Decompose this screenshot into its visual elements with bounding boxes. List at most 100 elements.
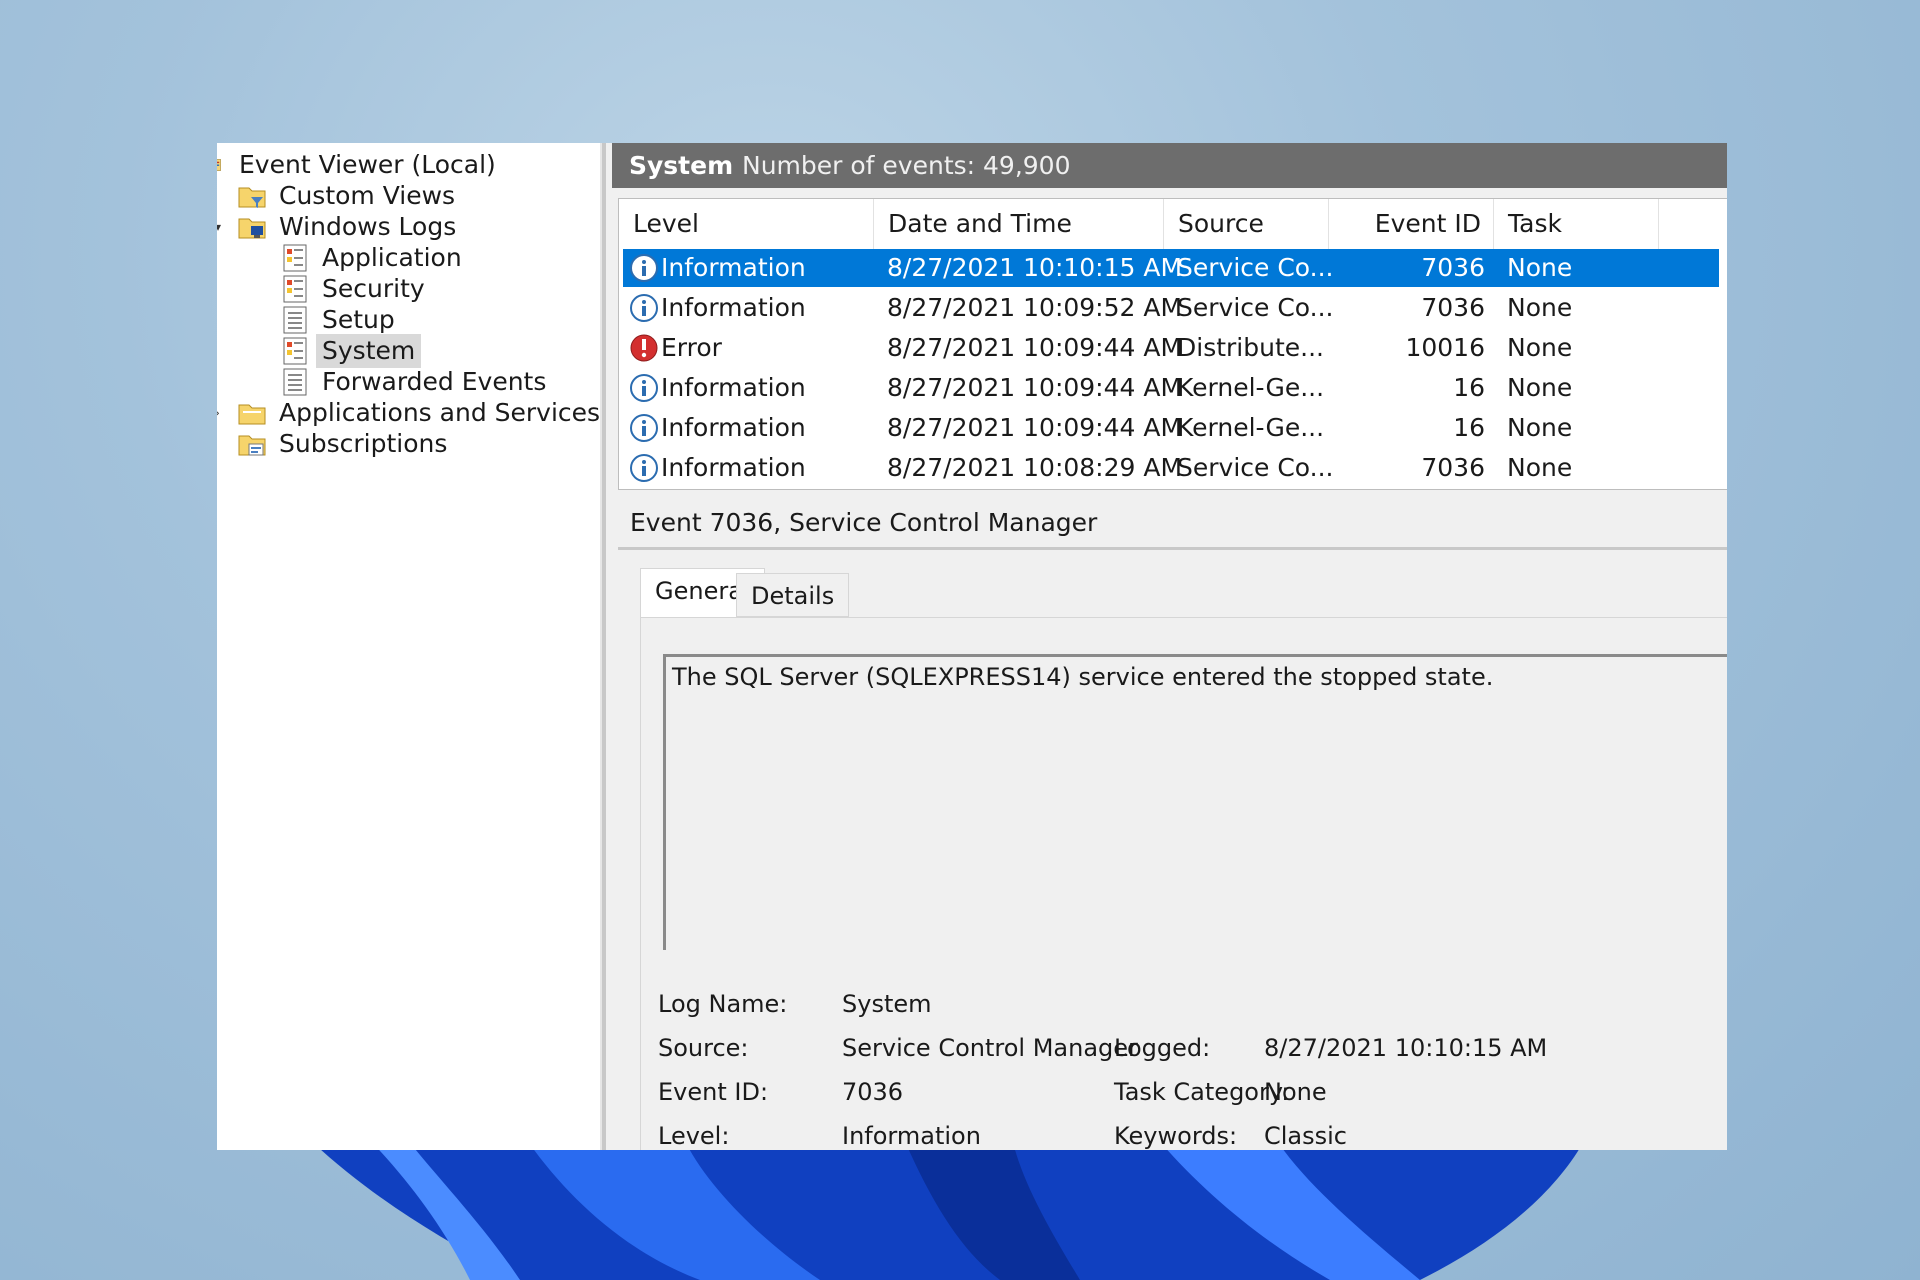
cell-date-time: 8/27/2021 10:09:44 AM — [887, 333, 1183, 362]
table-row[interactable]: Information 8/27/2021 10:09:52 AM Servic… — [623, 289, 1719, 327]
tree-item-label: Event Viewer (Local) — [239, 150, 496, 179]
cell-level: Information — [661, 293, 806, 322]
log-icon — [283, 244, 307, 272]
log-header-bar: System Number of events: 49,900 — [612, 143, 1727, 188]
level-value: Information — [842, 1122, 981, 1150]
tree-item-label: Subscriptions — [279, 429, 448, 458]
pane-splitter[interactable] — [600, 143, 612, 1150]
cell-source: Service Co... — [1177, 253, 1334, 282]
cell-event-id: 16 — [1453, 373, 1485, 402]
cell-event-id: 7036 — [1421, 293, 1485, 322]
cell-level: Error — [661, 333, 722, 362]
table-row[interactable]: Error 8/27/2021 10:09:44 AM Distribute..… — [623, 329, 1719, 367]
info-icon — [630, 414, 658, 442]
column-header-level[interactable]: Level — [619, 199, 874, 249]
table-row[interactable]: Information 8/27/2021 10:10:15 AM Servic… — [623, 249, 1719, 287]
event-viewer-window: Event Viewer (Local) Custom Views ▾ Wind… — [217, 143, 1727, 1150]
source-label: Source: — [658, 1034, 749, 1062]
cell-source: Service Co... — [1177, 453, 1334, 482]
chevron-down-icon[interactable]: ▾ — [217, 210, 221, 244]
table-row[interactable]: Information 8/27/2021 10:09:44 AM Kernel… — [623, 369, 1719, 407]
tree-item-setup[interactable]: Setup — [280, 303, 395, 337]
subscriptions-icon — [238, 435, 266, 456]
cell-date-time: 8/27/2021 10:10:15 AM — [887, 253, 1183, 282]
tree-item-label: Applications and Services Lo — [279, 398, 600, 427]
tree-item-security[interactable]: Security — [280, 272, 425, 306]
log-icon — [283, 337, 307, 365]
logged-label: Logged: — [1114, 1034, 1211, 1062]
folder-computer-icon — [238, 218, 266, 239]
cell-date-time: 8/27/2021 10:09:44 AM — [887, 373, 1183, 402]
tree-item-event-viewer-local[interactable]: Event Viewer (Local) — [217, 148, 496, 182]
cell-source: Service Co... — [1177, 293, 1334, 322]
tree-item-system[interactable]: System — [280, 334, 422, 368]
cell-event-id: 7036 — [1421, 253, 1485, 282]
tree-item-label: System — [316, 334, 422, 368]
tree-item-applications-and-services[interactable]: › Applications and Services Lo — [217, 396, 600, 430]
log-icon — [283, 275, 307, 303]
cell-event-id: 10016 — [1405, 333, 1485, 362]
cell-task-category: None — [1507, 373, 1573, 402]
log-title: System — [629, 151, 734, 180]
tree-item-subscriptions[interactable]: Subscriptions — [237, 427, 447, 461]
log-icon — [283, 306, 307, 334]
log-view-pane: System Number of events: 49,900 Level Da… — [612, 143, 1727, 1150]
column-header-source[interactable]: Source — [1164, 199, 1329, 249]
info-icon — [630, 374, 658, 402]
cell-event-id: 16 — [1453, 413, 1485, 442]
info-icon — [630, 294, 658, 322]
log-icon — [283, 368, 307, 396]
chevron-right-icon[interactable]: › — [217, 396, 220, 430]
column-header-task-category[interactable]: Task Categ... — [1494, 199, 1659, 288]
level-label: Level: — [658, 1122, 730, 1150]
column-header-event-id[interactable]: Event ID — [1329, 199, 1494, 249]
tree-item-label: Windows Logs — [279, 212, 457, 241]
cell-task-category: None — [1507, 293, 1573, 322]
table-row[interactable]: Information 8/27/2021 10:09:44 AM Kernel… — [623, 409, 1719, 447]
info-icon — [630, 454, 658, 482]
cell-event-id: 7036 — [1421, 453, 1485, 482]
cell-task-category: None — [1507, 453, 1573, 482]
log-name-label: Log Name: — [658, 990, 788, 1018]
table-row[interactable]: Information 8/27/2021 10:08:29 AM Servic… — [623, 449, 1719, 487]
tree-item-custom-views[interactable]: Custom Views — [237, 179, 455, 213]
event-message-box[interactable]: The SQL Server (SQLEXPRESS14) service en… — [663, 654, 1727, 950]
events-table: Level Date and Time Source Event ID Task… — [618, 198, 1727, 490]
cell-level: Information — [661, 253, 806, 282]
cell-date-time: 8/27/2021 10:09:44 AM — [887, 413, 1183, 442]
cell-level: Information — [661, 413, 806, 442]
folder-icon — [238, 404, 266, 425]
tab-details[interactable]: Details — [736, 573, 850, 617]
windows-bloom-wallpaper — [300, 1130, 1590, 1280]
log-name-value: System — [842, 990, 932, 1018]
source-value: Service Control Manager — [842, 1034, 1138, 1062]
event-id-value: 7036 — [842, 1078, 904, 1106]
event-id-label: Event ID: — [658, 1078, 769, 1106]
cell-source: Distribute... — [1177, 333, 1324, 362]
info-icon — [630, 254, 658, 282]
tree-item-application[interactable]: Application — [280, 241, 462, 275]
event-count: Number of events: 49,900 — [742, 151, 1071, 180]
keywords-value: Classic — [1264, 1122, 1348, 1150]
tree-item-label: Custom Views — [279, 181, 456, 210]
event-viewer-icon — [217, 159, 221, 171]
event-detail-title: Event 7036, Service Control Manager — [630, 508, 1098, 537]
tree-item-label: Setup — [322, 305, 395, 334]
cell-level: Information — [661, 373, 806, 402]
cell-task-category: None — [1507, 413, 1573, 442]
divider — [618, 547, 1727, 550]
tree-item-label: Security — [322, 274, 425, 303]
navigation-tree: Event Viewer (Local) Custom Views ▾ Wind… — [217, 143, 600, 1150]
tree-item-windows-logs[interactable]: ▾ Windows Logs — [217, 210, 456, 244]
tree-item-label: Application — [322, 243, 462, 272]
task-category-value: None — [1264, 1078, 1327, 1106]
keywords-label: Keywords: — [1114, 1122, 1238, 1150]
tree-item-label: Forwarded Events — [322, 367, 547, 396]
general-tab-panel: The SQL Server (SQLEXPRESS14) service en… — [640, 617, 1727, 1150]
column-header-date-time[interactable]: Date and Time — [874, 199, 1164, 249]
tree-item-forwarded-events[interactable]: Forwarded Events — [280, 365, 546, 399]
error-icon — [630, 334, 658, 362]
cell-date-time: 8/27/2021 10:08:29 AM — [887, 453, 1183, 482]
cell-task-category: None — [1507, 253, 1573, 282]
cell-source: Kernel-Ge... — [1177, 373, 1325, 402]
